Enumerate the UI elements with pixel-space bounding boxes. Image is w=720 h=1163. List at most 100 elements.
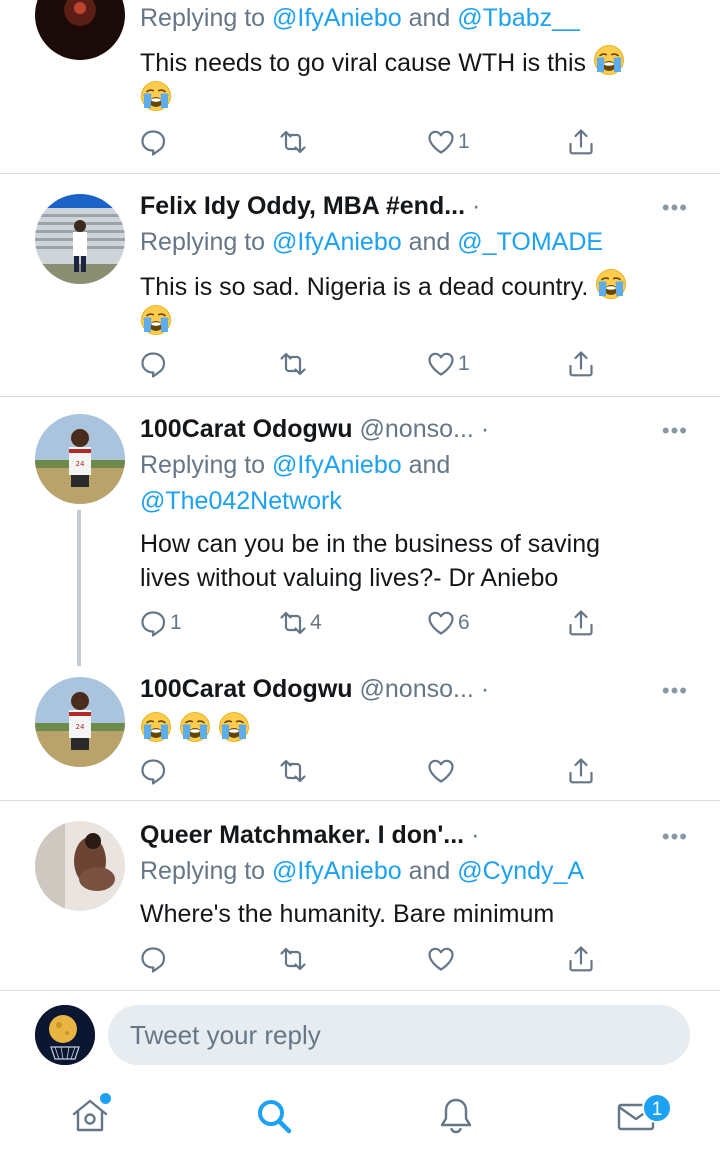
share-icon	[566, 756, 596, 786]
author-name[interactable]: 100Carat Odogwu	[140, 415, 353, 443]
crying-face-emoji-icon	[593, 44, 625, 76]
reply-input[interactable]: Tweet your reply	[108, 1005, 690, 1065]
mention-link[interactable]: @IfyAniebo	[272, 228, 402, 256]
tweet-text	[140, 711, 680, 747]
like-button[interactable]: 6	[426, 605, 470, 641]
more-options-button[interactable]: •••	[662, 420, 688, 442]
home-new-indicator	[100, 1093, 111, 1104]
replying-to: Replying to @IfyAniebo and @Tbabz__	[140, 4, 580, 32]
avatar[interactable]	[35, 821, 125, 911]
tweet-5[interactable]: Queer Matchmaker. I don'... · Replying t…	[0, 801, 720, 990]
retweet-icon	[278, 756, 308, 786]
share-icon	[566, 127, 596, 157]
author-name[interactable]: 100Carat Odogwu	[140, 675, 353, 703]
crying-face-emoji-icon	[595, 268, 627, 300]
share-button[interactable]	[566, 605, 596, 641]
retweet-button[interactable]	[278, 941, 308, 977]
share-button[interactable]	[566, 124, 596, 160]
share-button[interactable]	[566, 941, 596, 977]
tweet-1[interactable]: Replying to @IfyAniebo and @Tbabz__ This…	[0, 0, 720, 173]
reply-button[interactable]	[138, 124, 170, 160]
messages-badge: 1	[642, 1093, 672, 1123]
svg-text:24: 24	[76, 460, 85, 468]
crying-face-emoji-icon	[140, 80, 172, 112]
avatar[interactable]: 24	[35, 677, 125, 767]
tweet-header: 100Carat Odogwu @nonso... ·	[140, 415, 490, 443]
tweet-header: Felix Idy Oddy, MBA #end... ·	[140, 192, 481, 220]
heart-icon	[426, 944, 456, 974]
mention-link[interactable]: @Tbabz__	[457, 4, 580, 32]
more-options-button[interactable]: •••	[662, 680, 688, 702]
retweet-button[interactable]	[278, 346, 310, 382]
author-handle[interactable]: @nonso...	[360, 415, 474, 443]
author-handle[interactable]: @nonso...	[360, 675, 474, 703]
reply-icon	[138, 756, 168, 786]
author-name[interactable]: Felix Idy Oddy, MBA #end...	[140, 192, 465, 220]
retweet-button[interactable]	[278, 124, 310, 160]
tab-search[interactable]	[252, 1094, 296, 1138]
tweet-header: 100Carat Odogwu @nonso... ·	[140, 675, 490, 703]
mention-link[interactable]: @Cyndy_A	[457, 857, 584, 885]
bottom-tab-bar	[0, 1076, 720, 1163]
reply-button[interactable]	[138, 941, 168, 977]
tweet-3[interactable]: 24 100Carat Odogwu @nonso... · Replying …	[0, 397, 720, 665]
crying-face-emoji-icon	[179, 711, 211, 743]
reply-composer: Tweet your reply	[0, 990, 720, 1076]
like-button[interactable]: 1	[426, 124, 470, 160]
author-name[interactable]: Queer Matchmaker. I don'...	[140, 821, 464, 849]
share-icon	[566, 608, 596, 638]
svg-text:24: 24	[76, 723, 85, 731]
heart-icon	[426, 127, 456, 157]
bell-icon	[440, 1098, 472, 1134]
tweet-4[interactable]: 24 100Carat Odogwu @nonso... · •••	[0, 665, 720, 800]
replying-to: Replying to @IfyAniebo and @_TOMADE	[140, 228, 604, 256]
tweet-header: Queer Matchmaker. I don'... ·	[140, 821, 480, 849]
mention-link[interactable]: @The042Network	[140, 487, 342, 515]
retweet-icon	[278, 608, 308, 638]
tweet-text: This is so sad. Nigeria is a dead countr…	[140, 268, 680, 340]
more-options-button[interactable]: •••	[662, 826, 688, 848]
crying-face-emoji-icon	[140, 711, 172, 743]
mention-link[interactable]: @IfyAniebo	[272, 857, 402, 885]
tweet-2[interactable]: Felix Idy Oddy, MBA #end... · Replying t…	[0, 174, 720, 396]
replying-to: Replying to @IfyAniebo and @Cyndy_A	[140, 857, 585, 885]
like-button[interactable]	[426, 753, 456, 789]
reply-button[interactable]	[138, 753, 168, 789]
retweet-button[interactable]: 4	[278, 605, 322, 641]
tweet-text: How can you be in the business of saving…	[140, 530, 600, 592]
tweet-text: This needs to go viral cause WTH is this	[140, 44, 680, 116]
search-icon	[258, 1100, 292, 1134]
tab-notifications[interactable]	[434, 1094, 478, 1138]
like-button[interactable]	[426, 941, 456, 977]
crying-face-emoji-icon	[140, 304, 172, 336]
reply-icon	[138, 127, 168, 157]
share-icon	[566, 944, 596, 974]
more-options-button[interactable]: •••	[662, 197, 688, 219]
retweet-button[interactable]	[278, 753, 308, 789]
reply-icon	[138, 608, 168, 638]
avatar[interactable]: 24	[35, 414, 125, 504]
reply-button[interactable]: 1	[138, 605, 182, 641]
share-button[interactable]	[566, 346, 596, 382]
heart-icon	[426, 756, 456, 786]
heart-icon	[426, 349, 456, 379]
mention-link[interactable]: @_TOMADE	[457, 228, 603, 256]
like-button[interactable]: 1	[426, 346, 470, 382]
avatar[interactable]	[35, 194, 125, 284]
retweet-icon	[278, 349, 308, 379]
replying-to: Replying to @IfyAniebo and @The042Networ…	[140, 451, 451, 515]
reply-button[interactable]	[138, 346, 170, 382]
tweet-text: Where's the humanity. Bare minimum	[140, 900, 555, 928]
reply-icon	[138, 944, 168, 974]
heart-icon	[426, 608, 456, 638]
user-avatar[interactable]	[35, 1005, 95, 1065]
mention-link[interactable]: @IfyAniebo	[272, 451, 402, 479]
mention-link[interactable]: @IfyAniebo	[272, 4, 402, 32]
share-icon	[566, 349, 596, 379]
crying-face-emoji-icon	[218, 711, 250, 743]
avatar[interactable]	[35, 0, 125, 60]
retweet-icon	[278, 944, 308, 974]
retweet-icon	[278, 127, 308, 157]
reply-icon	[138, 349, 168, 379]
share-button[interactable]	[566, 753, 596, 789]
